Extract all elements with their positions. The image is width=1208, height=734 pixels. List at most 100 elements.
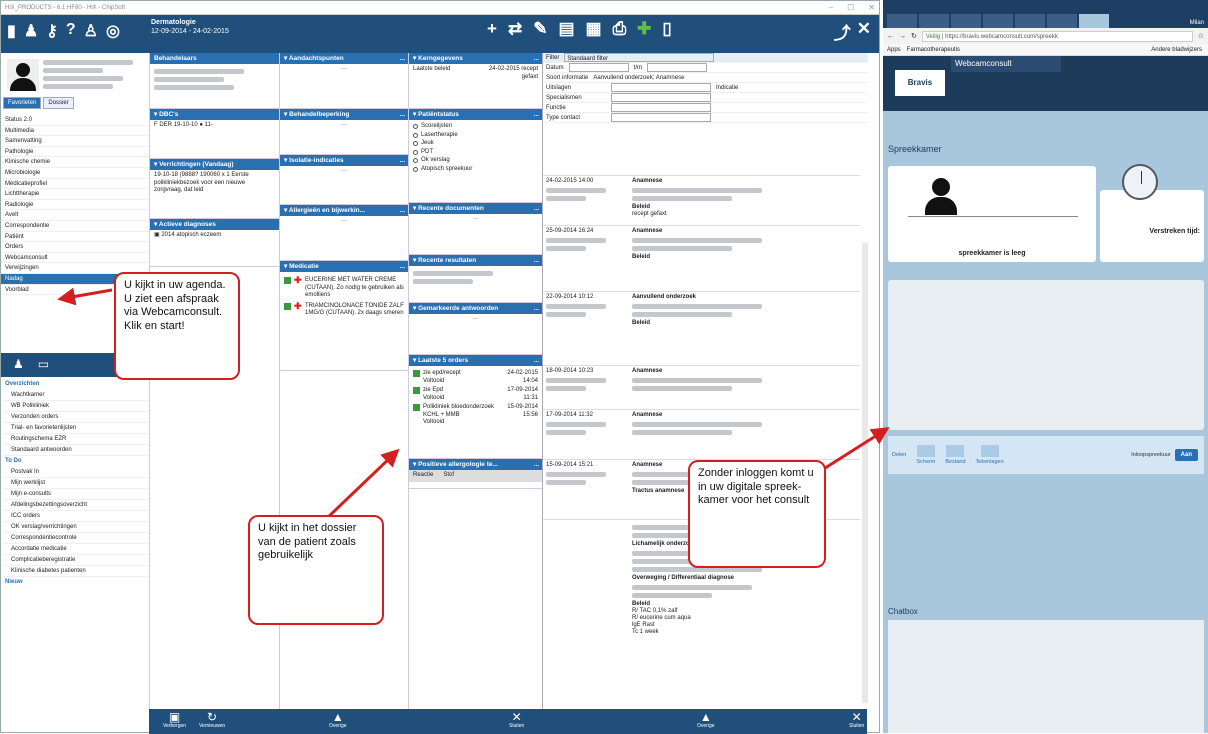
tree-item[interactable]: Correspondentiecontrole xyxy=(3,533,149,544)
status-radio[interactable]: Scorelijsten xyxy=(413,123,538,131)
behandelaars-header[interactable]: Behandelaars xyxy=(150,53,279,64)
specialismen-select[interactable] xyxy=(611,93,711,102)
journal-entry[interactable]: 18-09-2014 10:23 Anamnese xyxy=(543,365,860,409)
address-bar[interactable]: Veilig | https://bravis.webcamconsult.co… xyxy=(921,30,1193,42)
nav-item[interactable]: Medicatieprofiel xyxy=(1,179,149,190)
share-button[interactable]: Delen xyxy=(892,452,906,458)
apps-bookmark[interactable]: Apps xyxy=(887,47,901,53)
walkin-toggle[interactable]: Aan xyxy=(1174,449,1198,461)
date-from-field[interactable] xyxy=(568,63,629,72)
nav-item[interactable]: Radiologie xyxy=(1,200,149,211)
verrichtingen-header[interactable]: ▾ Verrichtingen (Vandaag) xyxy=(150,159,279,170)
status-radio[interactable]: Ok verslag xyxy=(413,157,538,165)
reactie-col[interactable]: Reactie xyxy=(413,472,433,480)
nav-item[interactable]: Webcamconsult xyxy=(1,253,149,264)
transfer-icon[interactable]: ⇄ xyxy=(508,19,522,39)
tree-item[interactable]: WB Polikliniek xyxy=(3,401,149,412)
browser-tab[interactable] xyxy=(919,14,949,28)
diagnoses-header[interactable]: ▾ Actieve diagnoses xyxy=(150,219,279,230)
close-button[interactable]: ✕ Sluiten xyxy=(509,711,524,729)
tree-item[interactable]: Accordatie medicatie xyxy=(3,544,149,555)
tree-item[interactable]: Afdelingsbezettingsoverzicht xyxy=(3,500,149,511)
forward-icon[interactable]: → xyxy=(899,33,906,40)
order-item[interactable]: Polikliniek bloedonderzoek KCHL + MMB Vol… xyxy=(413,404,538,427)
tree-item[interactable]: Wachtkamer xyxy=(3,390,149,401)
journal-entry[interactable]: 22-09-2014 10:12 Aanvullend onderzoek Bele… xyxy=(543,291,860,365)
file-button[interactable]: Bestand xyxy=(945,445,966,465)
hide-button[interactable]: ▣ Verbergen xyxy=(163,711,186,729)
journal-entry[interactable]: 25-09-2014 16:24 Anamnese Beleid xyxy=(543,225,860,291)
nav-item[interactable]: Status 2.0 xyxy=(1,115,149,126)
minimize-icon[interactable]: – xyxy=(829,3,833,12)
browser-tab[interactable] xyxy=(983,14,1013,28)
behandelbeperking-header[interactable]: ▾ Behandelbeperking... xyxy=(280,109,408,120)
type-select[interactable] xyxy=(611,113,711,122)
status-radio[interactable]: Lasertherapie xyxy=(413,132,538,140)
back-icon[interactable]: ← xyxy=(887,33,894,40)
nav-item[interactable]: Correspondentie xyxy=(1,221,149,232)
orders-header[interactable]: ▾ Laatste 5 orders... xyxy=(409,355,542,366)
close-button-2[interactable]: ✕ Sluiten xyxy=(849,711,864,729)
settings-icon[interactable]: ◎ xyxy=(106,21,120,41)
room-slider[interactable] xyxy=(908,216,1078,220)
close-x-icon[interactable]: ✕ xyxy=(857,19,871,44)
nav-item[interactable]: Orders xyxy=(1,242,149,253)
functie-select[interactable] xyxy=(611,103,711,112)
order-item[interactable]: zie epd/recept Voltooid 24-02-2015 14:04 xyxy=(413,370,538,385)
tree-section[interactable]: Overzichten xyxy=(3,379,149,390)
tree-item[interactable]: Mijn werklijst xyxy=(3,478,149,489)
print-icon[interactable]: ⎙ xyxy=(613,19,627,39)
browser-tab[interactable] xyxy=(887,14,917,28)
bookmark-item[interactable]: Farmacotherapeutis xyxy=(907,47,960,53)
refresh-button[interactable]: ↻ Vernieuwen xyxy=(199,711,225,729)
kerngegevens-header[interactable]: ▾ Kerngegevens... xyxy=(409,53,542,64)
people-icon[interactable]: ♟ xyxy=(24,21,38,41)
browser-tab[interactable] xyxy=(1047,14,1077,28)
browser-tab[interactable] xyxy=(1015,14,1045,28)
other-button-2[interactable]: ▲ Overige xyxy=(697,711,715,729)
stof-col[interactable]: Stof xyxy=(443,472,454,480)
nav-item[interactable]: Patiënt xyxy=(1,232,149,243)
people-plus-icon[interactable]: ♟ xyxy=(13,357,24,373)
allergie-header[interactable]: ▾ Allergieën en bijwerkin...... xyxy=(280,205,408,216)
resultaten-header[interactable]: ▾ Recente resultaten... xyxy=(409,255,542,266)
nav-item[interactable]: Samenvatting xyxy=(1,136,149,147)
medication-item[interactable]: ✚ TRIAMCINOLONACE TONIDE ZALF 1MG/G (CUTA… xyxy=(284,301,404,318)
tree-item[interactable]: Trial- en favorietenlijsten xyxy=(3,423,149,434)
chat-box[interactable] xyxy=(888,620,1204,733)
book-icon[interactable]: ▮ xyxy=(7,21,16,41)
status-radio[interactable]: Jeuk xyxy=(413,140,538,148)
tree-item[interactable]: Postvak In xyxy=(3,467,149,478)
nav-item[interactable]: Pathologie xyxy=(1,147,149,158)
document-icon[interactable]: ▤ xyxy=(558,19,574,39)
tree-item[interactable]: Klinische diabetes patienten xyxy=(3,566,149,577)
tree-item[interactable]: Verzonden orders xyxy=(3,412,149,423)
gemarkeerd-header[interactable]: ▾ Gemarkeerde antwoorden... xyxy=(409,303,542,314)
other-bookmarks[interactable]: Andere bladwijzers xyxy=(1151,47,1202,53)
add-icon[interactable]: + xyxy=(487,19,497,39)
soort-select[interactable]: Aanvullend onderzoek; Anamnese xyxy=(593,73,684,82)
help-icon[interactable]: ? xyxy=(66,21,76,41)
nav-item[interactable]: Klinische chemie xyxy=(1,157,149,168)
star-icon[interactable]: ☆ xyxy=(1198,32,1204,40)
nav-item[interactable]: Lichttherapie xyxy=(1,189,149,200)
browser-tab[interactable] xyxy=(951,14,981,28)
tree-item[interactable]: Routingschema EZR xyxy=(3,434,149,445)
documenten-header[interactable]: ▾ Recente documenten... xyxy=(409,203,542,214)
tree-item[interactable]: OK verslag/verrichtingen xyxy=(3,522,149,533)
close-icon[interactable]: ✕ xyxy=(868,3,875,12)
nav-item[interactable]: Microbiologie xyxy=(1,168,149,179)
draw-button[interactable]: Tekenlagen xyxy=(976,445,1004,465)
browser-tab-active[interactable] xyxy=(1079,14,1109,28)
tree-section[interactable]: Nieuw xyxy=(3,577,149,588)
tab-dossier[interactable]: Dossier xyxy=(43,97,74,109)
uitslagen-select[interactable] xyxy=(611,83,711,92)
status-radio[interactable]: PDT xyxy=(413,149,538,157)
grid-icon[interactable]: ▦ xyxy=(586,19,602,39)
tab-favorieten[interactable]: Favorieten xyxy=(3,97,42,109)
aandachtspunten-header[interactable]: ▾ Aandachtspunten... xyxy=(280,53,408,64)
nav-item[interactable]: Avelt xyxy=(1,210,149,221)
chat-icon[interactable]: ▭ xyxy=(38,357,49,373)
file-icon[interactable]: ▯ xyxy=(662,19,671,39)
plus-green-icon[interactable]: ✚ xyxy=(637,19,651,39)
